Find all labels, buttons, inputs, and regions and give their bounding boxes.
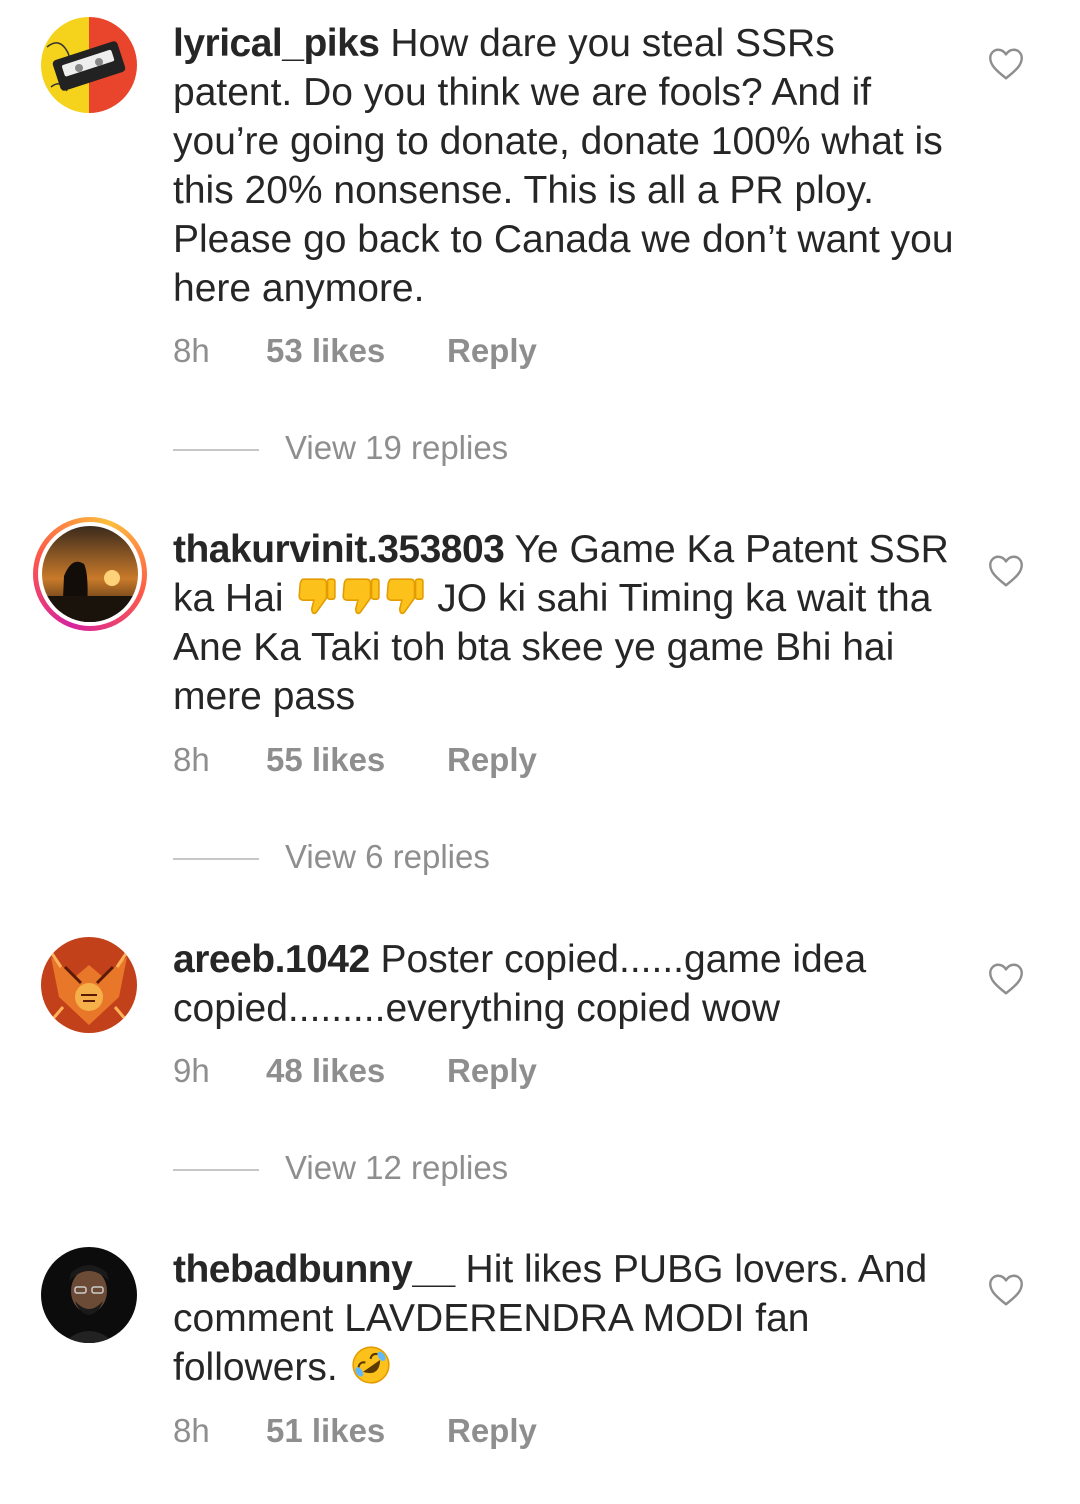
heart-outline-icon[interactable] [988,1273,1024,1307]
timestamp: 9h [173,1052,210,1089]
reply-button[interactable]: Reply [447,740,537,780]
comment-body: JO ki sahi Timing ka wait tha Ane Ka Tak… [173,577,932,718]
view-replies-label: View 19 replies [285,429,509,466]
comment-body: How dare you steal SSRs patent. Do you t… [173,22,954,310]
comments-list: lyrical_piks How dare you steal SSRs pat… [0,0,1080,1504]
heart-outline-icon[interactable] [988,962,1024,996]
sunset-avatar-image [42,526,138,622]
comment-text: areeb.1042 Poster copied......game idea … [173,935,963,1033]
divider [173,1169,259,1172]
reply-button[interactable]: Reply [447,1051,537,1091]
divider [173,858,259,861]
avatar[interactable] [33,517,147,631]
rolling-on-floor-laughing-emoji [349,1344,393,1386]
avatar[interactable] [41,1247,137,1343]
reply-button[interactable]: Reply [447,1411,537,1451]
timestamp: 8h [173,332,210,369]
cassette-avatar-image [41,17,137,113]
timestamp: 8h [173,1412,210,1449]
heart-outline-icon[interactable] [988,554,1024,588]
avatar[interactable] [41,17,137,113]
likes-count[interactable]: 51 likes [266,1411,447,1451]
divider [173,449,259,452]
avatar-ring-inner [38,522,142,626]
comment-meta: 8h 51 likes Reply [173,1411,537,1451]
username[interactable]: areeb.1042 [173,938,370,981]
timestamp: 8h [173,741,210,778]
avatar-image [42,526,138,622]
comment-meta: 8h 55 likes Reply [173,740,537,780]
thumbs-down-emoji [294,575,338,617]
view-replies-button[interactable]: View 19 replies [173,428,508,468]
likes-count[interactable]: 53 likes [266,331,447,371]
thumbs-down-emoji [382,575,426,617]
heart-outline-icon[interactable] [988,47,1024,81]
view-replies-button[interactable]: View 6 replies [173,837,490,877]
likes-count[interactable]: 55 likes [266,740,447,780]
thumbs-down-emoji [338,575,382,617]
fox-avatar-image [41,937,137,1033]
view-replies-label: View 12 replies [285,1149,509,1186]
portrait-avatar-image [41,1247,137,1343]
reply-button[interactable]: Reply [447,331,537,371]
avatar[interactable] [41,937,137,1033]
comment-meta: 9h 48 likes Reply [173,1051,537,1091]
username[interactable]: thebadbunny__ [173,1248,455,1291]
view-replies-button[interactable]: View 12 replies [173,1148,508,1188]
comment-text: thebadbunny__ Hit likes PUBG lovers. And… [173,1245,963,1392]
view-replies-label: View 6 replies [285,838,490,875]
username[interactable]: thakurvinit.353803 [173,528,505,571]
comment-text: thakurvinit.353803 Ye Game Ka Patent SSR… [173,525,963,721]
comment-meta: 8h 53 likes Reply [173,331,537,371]
comment-text: lyrical_piks How dare you steal SSRs pat… [173,19,963,313]
likes-count[interactable]: 48 likes [266,1051,447,1091]
username[interactable]: lyrical_piks [173,22,380,65]
